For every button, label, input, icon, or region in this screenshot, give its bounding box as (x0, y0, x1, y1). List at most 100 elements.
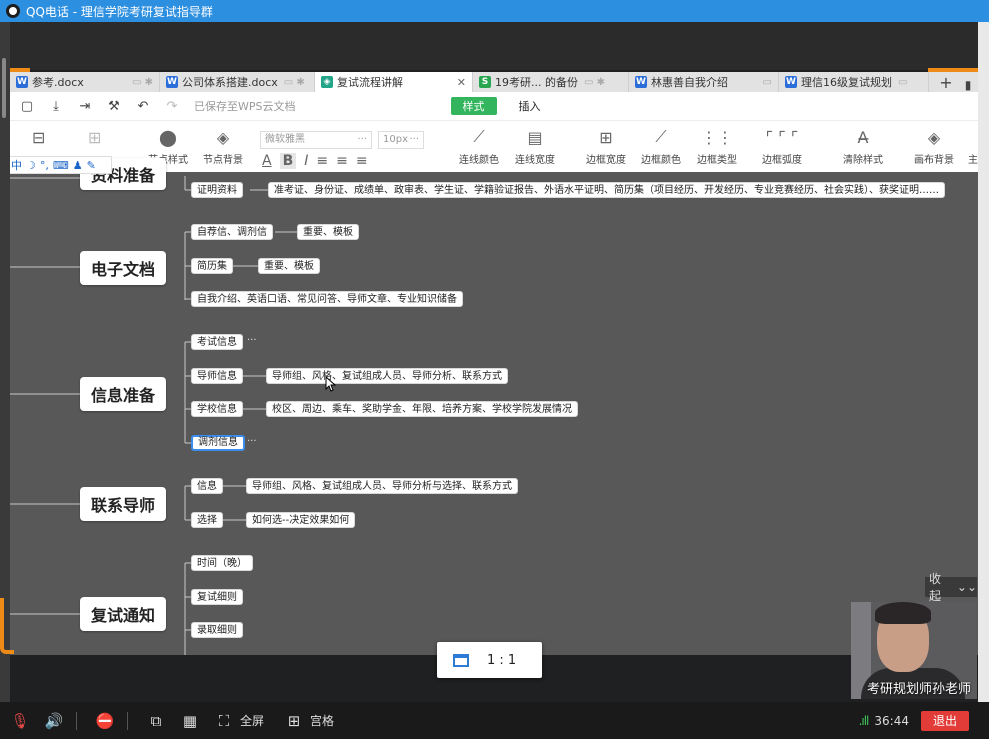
keyboard-icon[interactable]: ⌨ (53, 159, 69, 172)
mindmap-node-info[interactable]: 信息准备 (80, 377, 166, 411)
divider (127, 711, 128, 730)
mindmap-subnode[interactable]: 自我介绍、英语口语、常见问答、导师文章、专业知识储备 (191, 291, 463, 307)
mindmap-leaf[interactable]: 重要、模板 (258, 258, 320, 274)
zoom-ratio-text: 1 : 1 (487, 652, 517, 668)
mindmap-node-contact[interactable]: 联系导师 (80, 487, 166, 521)
fullscreen-label[interactable]: 全屏 (240, 712, 264, 729)
call-timer: 36:44 (874, 713, 909, 728)
signal-strength-icon: .ıll (858, 713, 870, 728)
node-title: 复试通知 (90, 606, 155, 625)
ime-toolbar[interactable]: 中 ☽ °, ⌨ ♟ ✎ (10, 156, 112, 174)
presentation-icon[interactable]: ▦ (176, 712, 204, 730)
mindmap-subnode[interactable]: 选择 (191, 512, 223, 528)
mindmap-leaf[interactable]: 准考证、身份证、成绩单、政审表、学生证、学籍验证报告、外语水平证明、简历集（项目… (268, 182, 945, 198)
theme-button[interactable]: 主 (968, 125, 978, 166)
mouse-cursor-icon (325, 376, 337, 392)
mindmap-subnode[interactable]: 录取细则 (191, 622, 243, 638)
tab-insert[interactable]: 插入 (507, 97, 553, 115)
mic-muted-icon[interactable]: 🎙 (6, 712, 34, 730)
mindmap-node-notice[interactable]: 复试通知 (80, 597, 166, 631)
mindmap-subnode[interactable]: 导师信息 (191, 368, 243, 384)
font-size-select[interactable]: 10px ··· (378, 131, 424, 149)
border-width-button[interactable]: ⊞ 边框宽度 (586, 125, 626, 167)
video-caption: 考研规划师孙老师 (866, 682, 971, 697)
add-sibling-button[interactable]: ⊞ (88, 125, 101, 149)
collapsed-more-icon[interactable]: ··· (247, 436, 257, 447)
mindmap-subnode[interactable]: 自荐信、调剂信 (191, 224, 273, 240)
mindmap-leaf[interactable]: 校区、周边、乘车、奖助学金、年限、培养方案、学校学院发展情况 (266, 401, 578, 417)
tab-style[interactable]: 样式 (450, 97, 497, 115)
format-painter-icon[interactable]: ⚒ (102, 96, 126, 116)
camera-off-icon[interactable]: ⛔ (91, 712, 119, 730)
font-family-select[interactable]: 微软雅黑 ··· (260, 131, 372, 149)
mindmap-subnode[interactable]: 复试细则 (191, 589, 243, 605)
line-color-button[interactable]: ⟋ 连线颜色 (459, 125, 499, 166)
bold-icon[interactable]: B (279, 153, 297, 169)
italic-icon[interactable]: I (304, 153, 308, 169)
zoom-ratio-popup[interactable]: 1 : 1 (437, 642, 542, 678)
mindmap-subnode[interactable]: 信息 (191, 478, 223, 494)
add-child-button[interactable]: ⊟ (32, 125, 45, 149)
speaker-icon[interactable]: 🔊 (40, 712, 68, 730)
moon-icon[interactable]: ☽ (26, 159, 36, 172)
font-family-value: 微软雅黑 (265, 134, 305, 145)
border-type-button[interactable]: ⋮⋮ 边框类型 (697, 125, 737, 167)
mindmap-subnode[interactable]: 时间（晚） (191, 555, 253, 571)
align-left-icon[interactable]: ≡ (316, 153, 328, 169)
line-width-button[interactable]: ▤ 连线宽度 (515, 125, 555, 167)
webcam-video[interactable]: 考研规划师孙老师 (851, 602, 977, 699)
tab-label: 林惠善自我介绍 (651, 76, 728, 89)
user-icon[interactable]: ♟ (73, 159, 83, 172)
mindmap-leaf[interactable]: 导师组、风格、复试组成人员、导师分析、联系方式 (266, 368, 508, 384)
right-strip (978, 22, 989, 702)
exit-call-button[interactable]: 退出 (921, 710, 969, 731)
border-color-button[interactable]: ⟋ 边框颜色 (641, 125, 681, 166)
collapsed-more-icon[interactable]: ··· (247, 335, 257, 346)
grid-icon[interactable]: ⊞ (280, 712, 308, 730)
file-menu-icon[interactable]: ▢ (15, 96, 39, 116)
fullscreen-icon[interactable]: ⛶ (210, 712, 238, 730)
canvas-bg-button[interactable]: ◈ 画布背景 (914, 125, 954, 167)
tab-doc-1[interactable]: W 参考.docx ▭ ✱ (10, 72, 160, 92)
tab-doc-5[interactable]: W 林惠善自我介绍 ▭ (629, 72, 779, 92)
font-color-icon[interactable]: A (262, 153, 272, 169)
mindmap-subnode[interactable]: 证明资料 (191, 182, 243, 198)
tab-list-icon[interactable]: ▮ (958, 78, 978, 92)
tab-label: 公司体系搭建.docx (182, 76, 278, 89)
mindmap-leaf[interactable]: 重要、模板 (297, 224, 359, 240)
tab-doc-2[interactable]: W 公司体系搭建.docx ▭ ✱ (160, 72, 315, 92)
undo-icon[interactable]: ↶ (131, 96, 155, 116)
align-right-icon[interactable]: ≡ (356, 153, 368, 169)
border-radius-button[interactable]: ⌜ ⌜ ⌜ 边框弧度 (762, 125, 802, 167)
mindmap-canvas[interactable]: 资料准备 证明资料 准考证、身份证、成绩单、政审表、学生证、学籍验证报告、外语水… (10, 158, 978, 655)
mindmap-node-edocs[interactable]: 电子文档 (80, 251, 166, 285)
mindmap-subnode[interactable]: 简历集 (191, 258, 233, 274)
scrollbar-thumb[interactable] (2, 58, 6, 118)
new-tab-plus-icon[interactable]: + (934, 73, 958, 92)
download-icon[interactable]: ⤓ (44, 96, 68, 116)
ime-mode[interactable]: 中 (11, 157, 22, 173)
node-title: 信息准备 (90, 386, 155, 405)
align-center-icon[interactable]: ≡ (336, 153, 348, 169)
tab-doc-3-active[interactable]: ◈ 复试流程讲解 ✕ (315, 72, 473, 92)
mindmap-leaf[interactable]: 导师组、风格、复试组成人员、导师分析与选择、联系方式 (246, 478, 518, 494)
mindmap-subnode[interactable]: 考试信息 (191, 334, 243, 350)
grid-label[interactable]: 宫格 (310, 712, 334, 729)
collapse-button[interactable]: 收起 ⌄⌄ (925, 572, 977, 603)
screen-share-icon[interactable]: ⧉ (142, 712, 170, 730)
save-status: 已保存至WPS云文档 (194, 100, 296, 113)
mindmap-leaf[interactable]: 如何选--决定效果如何 (246, 512, 356, 528)
clear-style-button[interactable]: A̶ 清除样式 (843, 125, 883, 167)
clear-style-label: 清除样式 (843, 155, 883, 166)
redo-icon[interactable]: ↷ (160, 96, 184, 116)
export-icon[interactable]: ⇥ (73, 96, 97, 116)
punct-icon[interactable]: °, (40, 159, 49, 172)
tab-doc-6[interactable]: W 理信16级复试规划 ▭ (779, 72, 929, 92)
mindmap-subnode[interactable]: 学校信息 (191, 401, 243, 417)
node-bg-button[interactable]: ◈ 节点背景 (203, 125, 243, 167)
mindmap-subnode-selected[interactable]: 调剂信息 (191, 435, 245, 451)
tab-doc-4[interactable]: S 19考研... 的备份 ▭ ✱ (473, 72, 629, 92)
wrench-icon[interactable]: ✎ (87, 159, 96, 172)
close-tab-icon[interactable]: ✕ (457, 76, 466, 89)
minus-square-icon: ⊟ (32, 127, 46, 147)
